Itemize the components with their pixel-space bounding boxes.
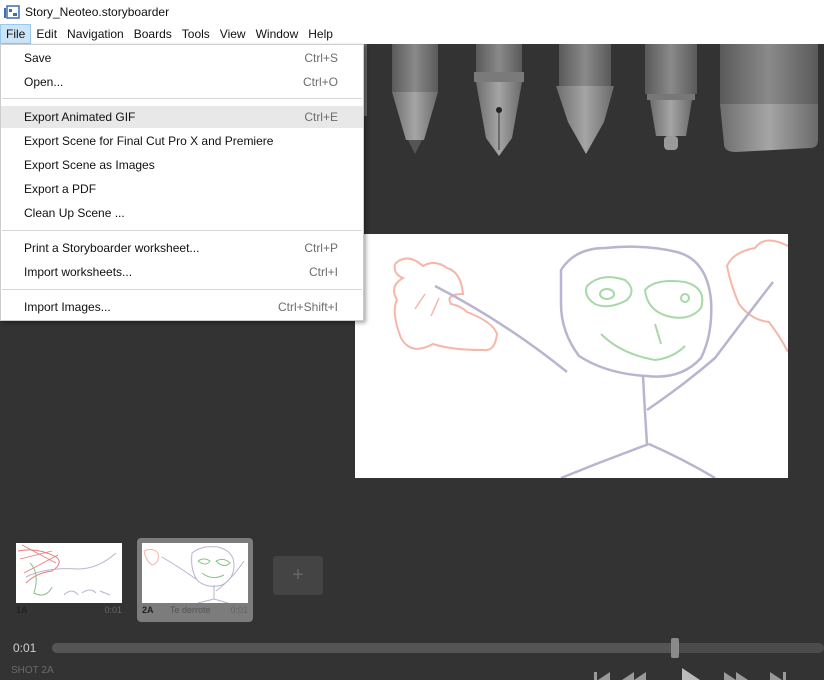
menu-separator [2, 289, 362, 290]
menu-item-import-worksheets[interactable]: Import worksheets... Ctrl+I [1, 261, 363, 283]
board-duration: 0:01 [230, 605, 248, 615]
board-thumbnail-selected[interactable]: 2A Te derrote 0:01 [137, 538, 253, 622]
menu-item-shortcut: Ctrl+P [304, 241, 338, 255]
window-title: Story_Neoteo.storyboarder [25, 5, 170, 19]
timeline-scrubber-handle[interactable] [671, 638, 679, 658]
storyboarder-app-icon [4, 5, 20, 19]
menu-view[interactable]: View [215, 24, 251, 44]
menu-item-shortcut: Ctrl+S [304, 51, 338, 65]
menu-item-export-animated-gif[interactable]: Export Animated GIF Ctrl+E [1, 106, 363, 128]
menu-item-label: Print a Storyboarder worksheet... [24, 241, 200, 255]
board-preview [142, 543, 248, 603]
eraser-tool-icon[interactable] [720, 44, 818, 152]
menu-item-export-final-cut[interactable]: Export Scene for Final Cut Pro X and Pre… [1, 130, 363, 152]
previous-board-icon[interactable] [622, 672, 646, 680]
menu-item-export-images[interactable]: Export Scene as Images [1, 154, 363, 176]
menu-file[interactable]: File [0, 24, 32, 44]
board-preview [16, 543, 122, 603]
menu-item-label: Export Animated GIF [24, 110, 136, 124]
menu-bar: File Edit Navigation Boards Tools View W… [0, 24, 824, 44]
board-number: 2A [142, 605, 154, 615]
menu-item-shortcut: Ctrl+E [304, 110, 338, 124]
menu-tools[interactable]: Tools [177, 24, 215, 44]
file-menu-dropdown: Save Ctrl+S Open... Ctrl+O Export Animat… [0, 44, 364, 321]
go-to-end-icon[interactable] [770, 672, 786, 680]
menu-item-label: Open... [24, 75, 64, 89]
marker-tool-icon[interactable] [645, 44, 697, 150]
menu-navigation[interactable]: Navigation [62, 24, 129, 44]
board-duration: 0:01 [104, 605, 122, 615]
brush-tool-icon[interactable] [556, 44, 614, 154]
sketch-drawing [393, 239, 788, 478]
menu-edit[interactable]: Edit [31, 24, 62, 44]
menu-item-label: Export Scene for Final Cut Pro X and Pre… [24, 134, 274, 148]
shot-label: SHOT 2A [11, 665, 54, 676]
menu-item-label: Clean Up Scene ... [24, 206, 125, 220]
menu-window[interactable]: Window [251, 24, 304, 44]
tool-bar [364, 44, 818, 156]
board-thumbnail[interactable]: 1A 0:01 [11, 538, 127, 622]
next-board-icon[interactable] [724, 672, 748, 680]
menu-item-label: Save [24, 51, 52, 65]
pencil-tool-icon[interactable] [392, 44, 438, 154]
menu-help[interactable]: Help [303, 24, 338, 44]
menu-item-save[interactable]: Save Ctrl+S [1, 47, 363, 69]
timeline-track[interactable] [52, 643, 824, 653]
menu-item-print-worksheet[interactable]: Print a Storyboarder worksheet... Ctrl+P [1, 237, 363, 259]
menu-item-label: Export a PDF [24, 182, 97, 196]
menu-boards[interactable]: Boards [129, 24, 177, 44]
menu-item-open[interactable]: Open... Ctrl+O [1, 71, 363, 93]
board-number: 1A [16, 605, 28, 615]
play-icon[interactable] [682, 668, 700, 680]
go-to-start-icon[interactable] [594, 672, 610, 680]
drawing-canvas[interactable] [355, 234, 788, 478]
current-time: 0:01 [13, 641, 37, 655]
menu-item-clean-up-scene[interactable]: Clean Up Scene ... [1, 202, 363, 224]
add-board-button[interactable]: + [273, 556, 323, 595]
menu-item-label: Import Images... [24, 300, 111, 314]
board-caption: Te derrote [170, 605, 211, 615]
menu-item-import-images[interactable]: Import Images... Ctrl+Shift+I [1, 296, 363, 318]
menu-separator [2, 230, 362, 231]
menu-item-shortcut: Ctrl+I [308, 265, 338, 279]
menu-item-export-pdf[interactable]: Export a PDF [1, 178, 363, 200]
menu-item-label: Export Scene as Images [24, 158, 155, 172]
menu-item-shortcut: Ctrl+O [302, 75, 338, 89]
transport-controls [594, 668, 786, 680]
pen-tool-icon[interactable] [474, 44, 524, 156]
menu-separator [2, 98, 362, 99]
menu-item-shortcut: Ctrl+Shift+I [277, 300, 338, 314]
timeline-progress [52, 643, 678, 653]
title-bar: Story_Neoteo.storyboarder [0, 0, 824, 24]
menu-item-label: Import worksheets... [24, 265, 133, 279]
